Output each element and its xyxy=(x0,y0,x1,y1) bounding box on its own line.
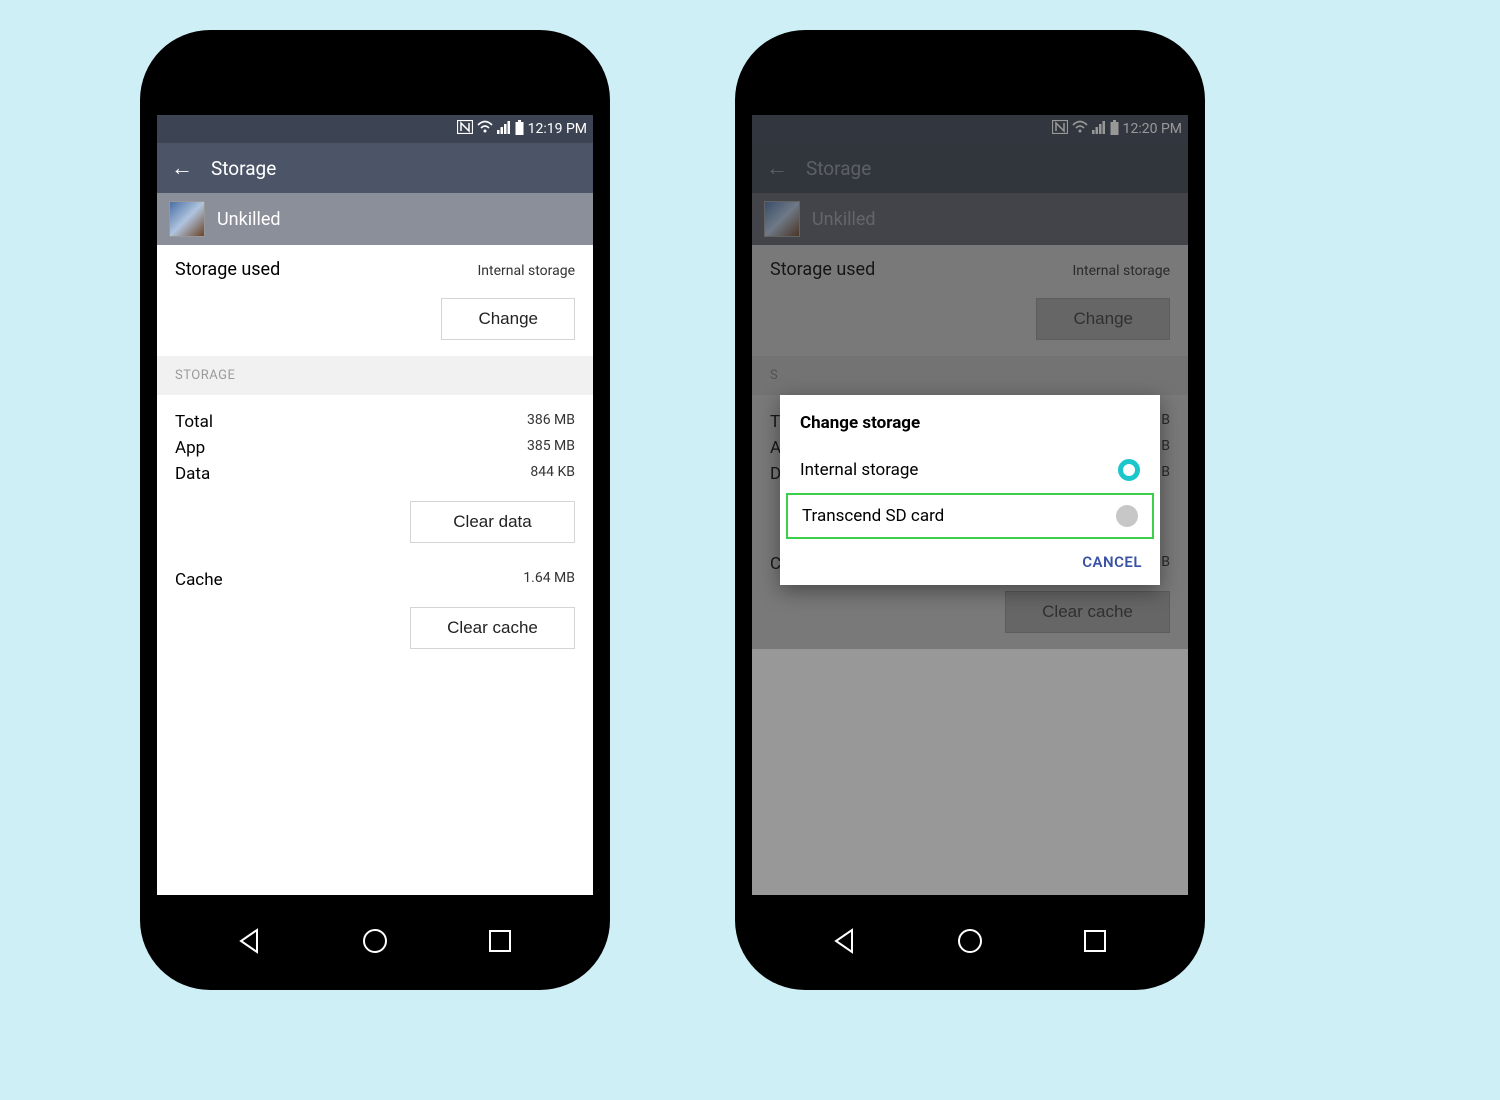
nav-back-icon[interactable] xyxy=(830,926,860,960)
cache-value: 1.64 MB xyxy=(523,570,575,590)
status-bar: 12:19 PM xyxy=(157,115,593,143)
dialog-cancel-button[interactable]: CANCEL xyxy=(780,539,1160,577)
row-app-label: App xyxy=(175,438,205,458)
screen-left: 12:19 PM ← Storage Unkilled Storage used… xyxy=(157,115,593,895)
wifi-icon xyxy=(477,120,493,138)
cache-section: Cache 1.64 MB Clear cache xyxy=(157,559,593,665)
storage-section-header: STORAGE xyxy=(157,356,593,395)
storage-used-value: Internal storage xyxy=(477,263,575,279)
battery-icon xyxy=(515,120,524,139)
radio-option-sdcard[interactable]: Transcend SD card xyxy=(786,493,1154,539)
signal-icon xyxy=(497,120,511,138)
nav-home-icon[interactable] xyxy=(360,926,390,960)
row-total: Total 386 MB xyxy=(175,409,575,435)
change-storage-dialog: Change storage Internal storage Transcen… xyxy=(780,395,1160,585)
radio-unselected-icon xyxy=(1116,505,1138,527)
app-banner: Unkilled xyxy=(157,193,593,245)
status-time: 12:19 PM xyxy=(528,121,587,137)
row-data-value: 844 KB xyxy=(530,464,575,484)
storage-used-section: Storage used Internal storage Change xyxy=(157,245,593,356)
cache-label: Cache xyxy=(175,570,223,590)
row-total-value: 386 MB xyxy=(527,412,575,432)
row-total-label: Total xyxy=(175,412,213,432)
nav-recent-icon[interactable] xyxy=(485,926,515,960)
phone-frame-right: 12:20 PM ← Storage Unkilled Storage used… xyxy=(735,30,1205,990)
radio-option-internal-label: Internal storage xyxy=(800,460,918,480)
screen-right: 12:20 PM ← Storage Unkilled Storage used… xyxy=(752,115,1188,895)
toolbar-title: Storage xyxy=(211,157,276,180)
radio-option-sdcard-label: Transcend SD card xyxy=(802,506,944,526)
row-app: App 385 MB xyxy=(175,435,575,461)
row-data: Data 844 KB xyxy=(175,461,575,487)
change-button[interactable]: Change xyxy=(441,298,575,340)
nav-home-icon[interactable] xyxy=(955,926,985,960)
row-cache: Cache 1.64 MB xyxy=(175,567,575,593)
nfc-icon xyxy=(457,120,473,138)
radio-selected-icon xyxy=(1118,459,1140,481)
back-icon[interactable]: ← xyxy=(171,155,193,181)
clear-data-button[interactable]: Clear data xyxy=(410,501,575,543)
dialog-title: Change storage xyxy=(780,413,1160,447)
row-data-label: Data xyxy=(175,464,210,484)
storage-used-label: Storage used xyxy=(175,259,280,280)
storage-details: Total 386 MB App 385 MB Data 844 KB Clea… xyxy=(157,395,593,559)
row-app-value: 385 MB xyxy=(527,438,575,458)
navigation-bar xyxy=(140,918,610,968)
nav-back-icon[interactable] xyxy=(235,926,265,960)
navigation-bar xyxy=(735,918,1205,968)
clear-cache-button[interactable]: Clear cache xyxy=(410,607,575,649)
app-toolbar: ← Storage xyxy=(157,143,593,193)
nav-recent-icon[interactable] xyxy=(1080,926,1110,960)
phone-frame-left: 12:19 PM ← Storage Unkilled Storage used… xyxy=(140,30,610,990)
app-icon xyxy=(169,201,205,237)
app-name: Unkilled xyxy=(217,209,281,230)
radio-option-internal[interactable]: Internal storage xyxy=(780,447,1160,493)
